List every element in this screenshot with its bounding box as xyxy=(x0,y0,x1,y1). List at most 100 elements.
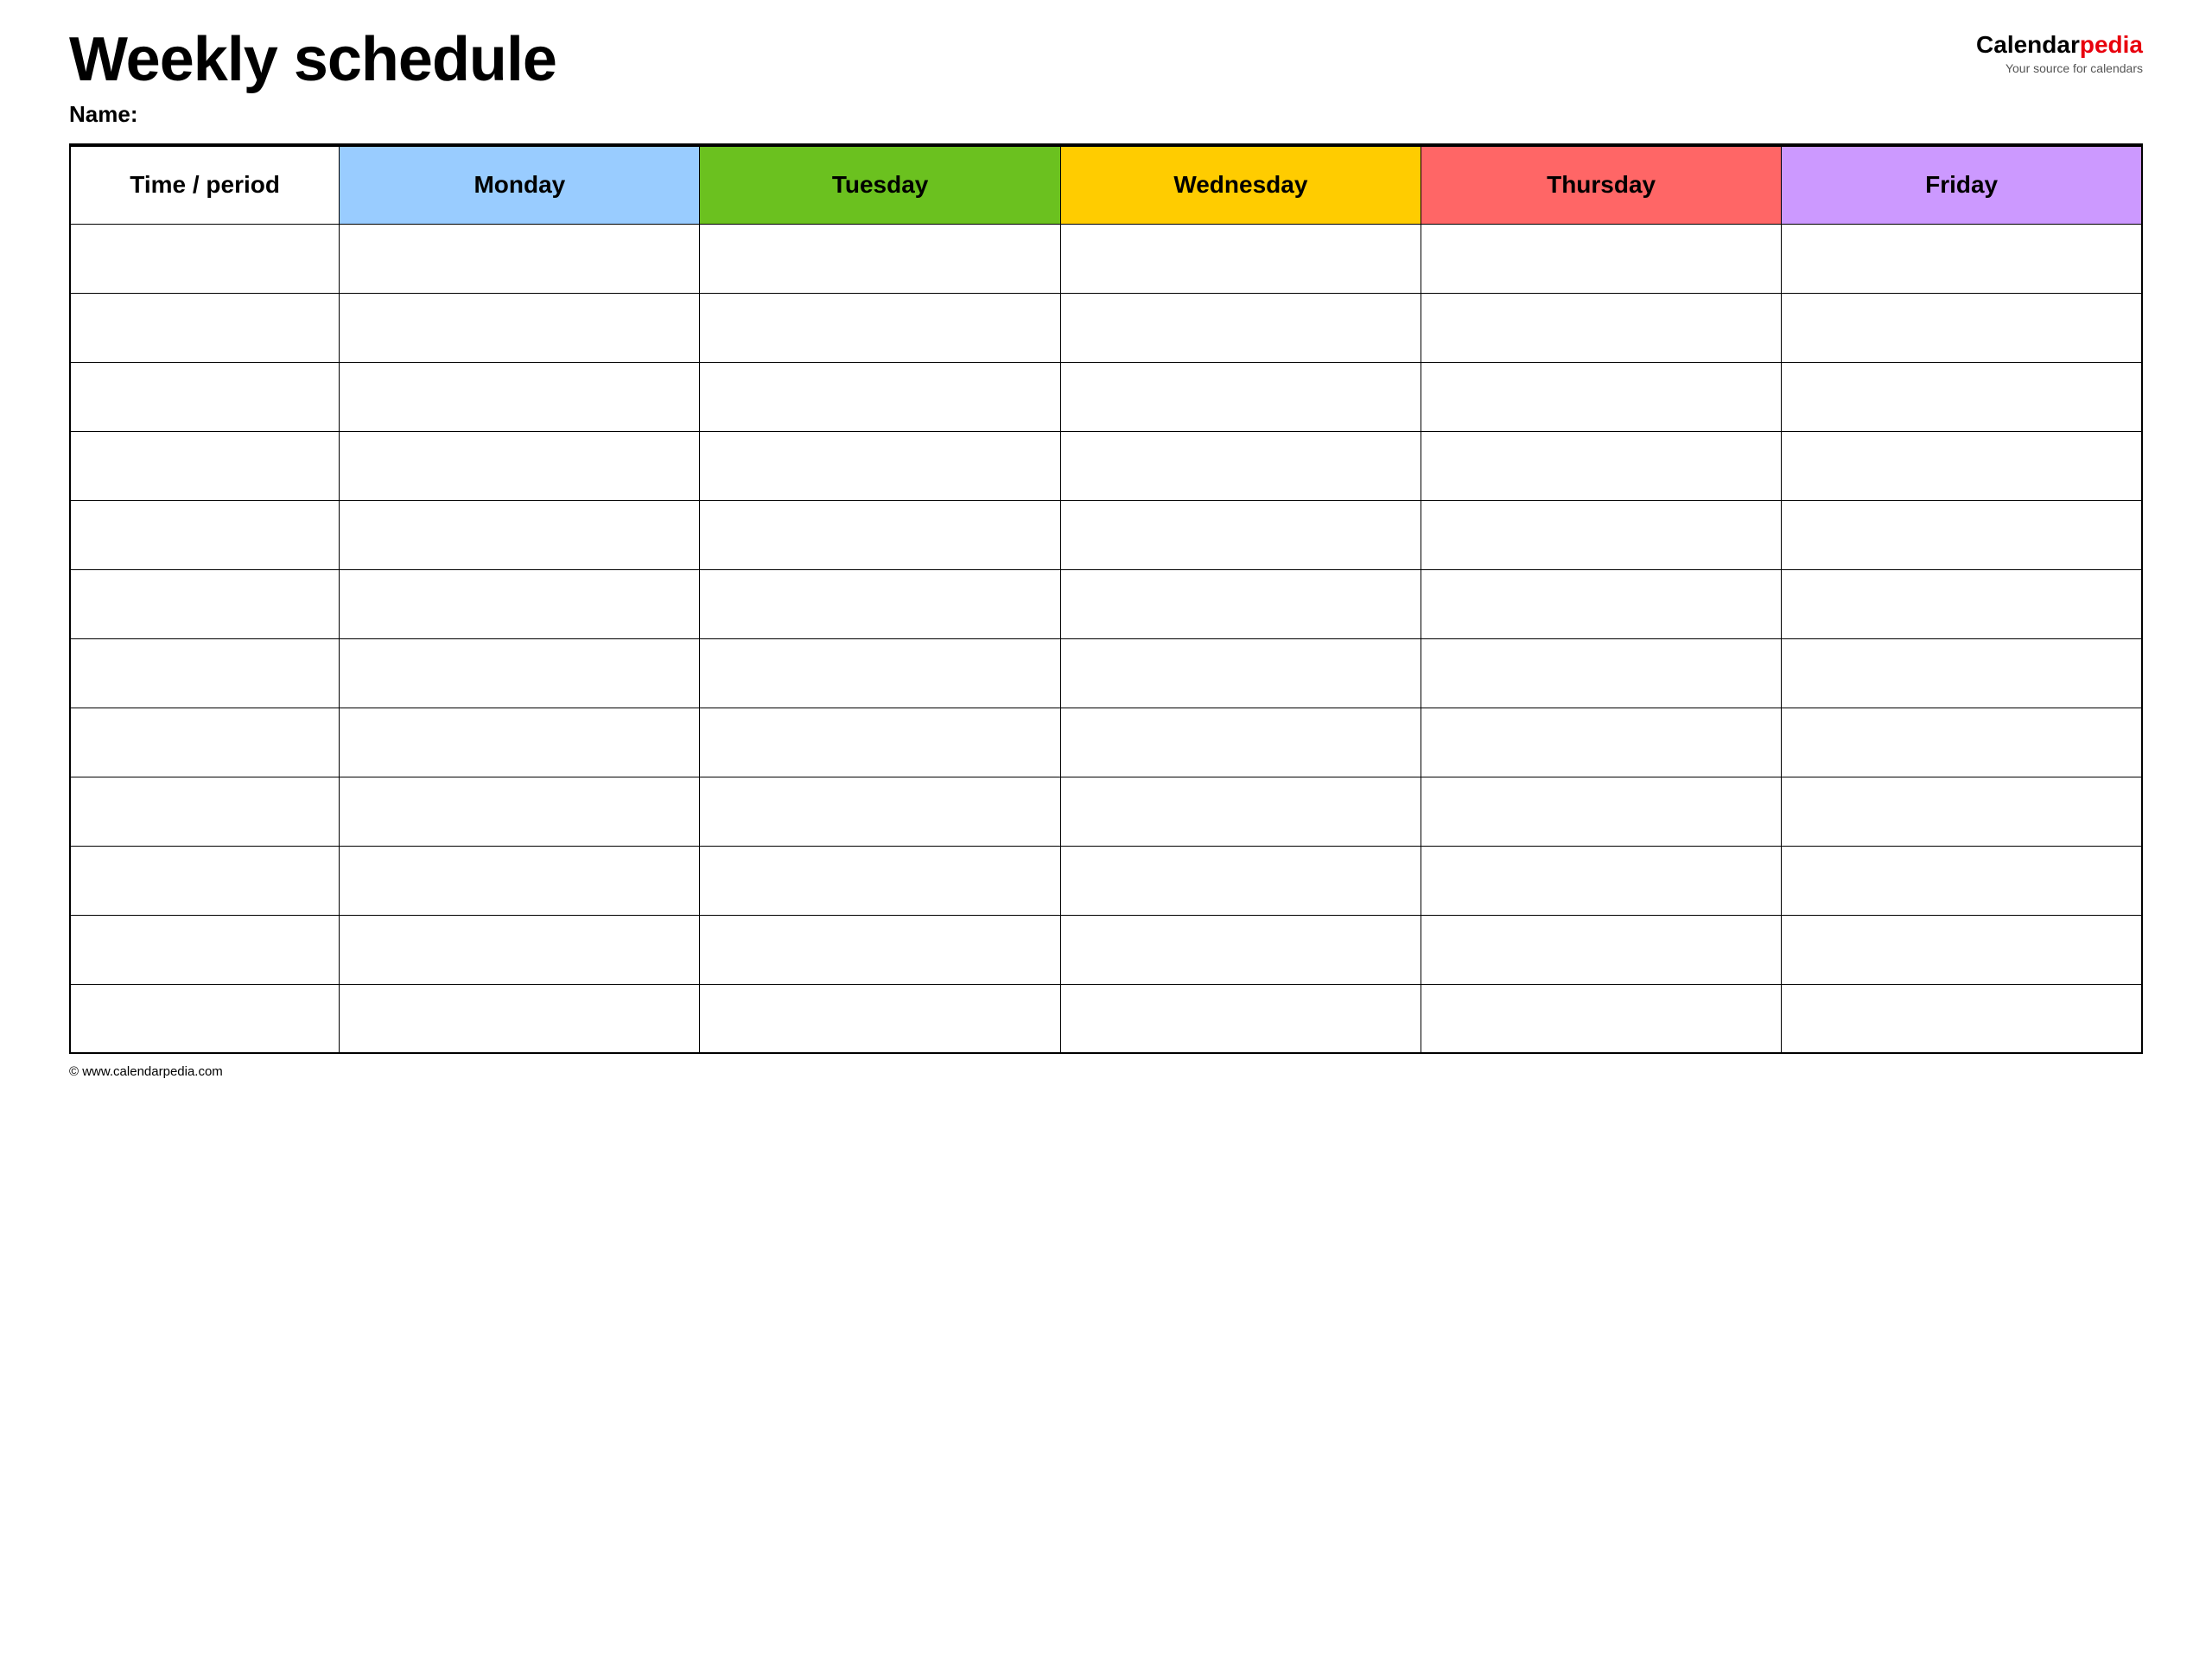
table-row xyxy=(70,569,2142,638)
schedule-cell[interactable] xyxy=(1421,984,1781,1053)
col-header-time: Time / period xyxy=(70,146,340,224)
footer-url: © www.calendarpedia.com xyxy=(69,1064,223,1079)
schedule-cell[interactable] xyxy=(340,362,700,431)
time-cell[interactable] xyxy=(70,293,340,362)
time-cell[interactable] xyxy=(70,500,340,569)
schedule-cell[interactable] xyxy=(700,500,1060,569)
schedule-cell[interactable] xyxy=(340,777,700,846)
footer-section: © www.calendarpedia.com xyxy=(69,1064,2143,1079)
time-cell[interactable] xyxy=(70,362,340,431)
col-header-tuesday: Tuesday xyxy=(700,146,1060,224)
schedule-cell[interactable] xyxy=(1060,224,1421,293)
time-cell[interactable] xyxy=(70,638,340,708)
schedule-cell[interactable] xyxy=(700,431,1060,500)
schedule-cell[interactable] xyxy=(1782,362,2142,431)
schedule-cell[interactable] xyxy=(1782,984,2142,1053)
schedule-cell[interactable] xyxy=(700,224,1060,293)
time-cell[interactable] xyxy=(70,431,340,500)
schedule-cell[interactable] xyxy=(340,708,700,777)
logo-tagline: Your source for calendars xyxy=(2005,61,2143,75)
table-row xyxy=(70,984,2142,1053)
time-cell[interactable] xyxy=(70,915,340,984)
schedule-cell[interactable] xyxy=(1782,224,2142,293)
schedule-cell[interactable] xyxy=(1060,293,1421,362)
schedule-cell[interactable] xyxy=(1421,638,1781,708)
schedule-cell[interactable] xyxy=(1782,915,2142,984)
logo-text: Calendarpedia xyxy=(1976,30,2143,60)
schedule-cell[interactable] xyxy=(1060,846,1421,915)
schedule-cell[interactable] xyxy=(1421,431,1781,500)
logo-calendar: Calendar xyxy=(1976,31,2080,58)
schedule-cell[interactable] xyxy=(1782,569,2142,638)
logo-pedia: pedia xyxy=(2080,31,2143,58)
col-header-wednesday: Wednesday xyxy=(1060,146,1421,224)
schedule-cell[interactable] xyxy=(340,984,700,1053)
time-cell[interactable] xyxy=(70,846,340,915)
schedule-cell[interactable] xyxy=(340,915,700,984)
schedule-cell[interactable] xyxy=(1421,846,1781,915)
table-row xyxy=(70,777,2142,846)
table-row xyxy=(70,500,2142,569)
schedule-cell[interactable] xyxy=(340,846,700,915)
schedule-cell[interactable] xyxy=(700,984,1060,1053)
schedule-cell[interactable] xyxy=(700,915,1060,984)
schedule-cell[interactable] xyxy=(700,846,1060,915)
schedule-cell[interactable] xyxy=(340,293,700,362)
col-header-thursday: Thursday xyxy=(1421,146,1781,224)
schedule-cell[interactable] xyxy=(1782,846,2142,915)
schedule-cell[interactable] xyxy=(1060,638,1421,708)
col-header-monday: Monday xyxy=(340,146,700,224)
table-row xyxy=(70,638,2142,708)
table-row xyxy=(70,708,2142,777)
time-cell[interactable] xyxy=(70,777,340,846)
schedule-cell[interactable] xyxy=(1782,777,2142,846)
schedule-cell[interactable] xyxy=(700,638,1060,708)
schedule-cell[interactable] xyxy=(1060,915,1421,984)
schedule-cell[interactable] xyxy=(1060,362,1421,431)
time-cell[interactable] xyxy=(70,708,340,777)
time-cell[interactable] xyxy=(70,984,340,1053)
schedule-cell[interactable] xyxy=(1782,431,2142,500)
schedule-cell[interactable] xyxy=(1060,431,1421,500)
schedule-cell[interactable] xyxy=(1421,293,1781,362)
schedule-table: Time / period Monday Tuesday Wednesday T… xyxy=(69,145,2143,1054)
schedule-cell[interactable] xyxy=(340,224,700,293)
schedule-cell[interactable] xyxy=(1060,500,1421,569)
table-header-row: Time / period Monday Tuesday Wednesday T… xyxy=(70,146,2142,224)
table-row xyxy=(70,224,2142,293)
header-section: Weekly schedule Name: Calendarpedia Your… xyxy=(69,26,2143,128)
schedule-cell[interactable] xyxy=(1421,224,1781,293)
schedule-cell[interactable] xyxy=(1782,293,2142,362)
schedule-cell[interactable] xyxy=(340,431,700,500)
schedule-cell[interactable] xyxy=(1421,362,1781,431)
schedule-cell[interactable] xyxy=(1060,777,1421,846)
name-label: Name: xyxy=(69,101,1976,128)
schedule-cell[interactable] xyxy=(1782,638,2142,708)
schedule-cell[interactable] xyxy=(340,569,700,638)
col-header-friday: Friday xyxy=(1782,146,2142,224)
schedule-cell[interactable] xyxy=(1060,708,1421,777)
logo-area: Calendarpedia Your source for calendars xyxy=(1976,26,2143,75)
schedule-cell[interactable] xyxy=(340,638,700,708)
time-cell[interactable] xyxy=(70,224,340,293)
page-title: Weekly schedule xyxy=(69,26,1976,94)
schedule-cell[interactable] xyxy=(1060,984,1421,1053)
table-row xyxy=(70,915,2142,984)
schedule-cell[interactable] xyxy=(700,569,1060,638)
time-cell[interactable] xyxy=(70,569,340,638)
schedule-cell[interactable] xyxy=(700,777,1060,846)
schedule-cell[interactable] xyxy=(1782,500,2142,569)
schedule-cell[interactable] xyxy=(1421,500,1781,569)
table-row xyxy=(70,431,2142,500)
schedule-cell[interactable] xyxy=(1421,777,1781,846)
schedule-cell[interactable] xyxy=(1421,708,1781,777)
schedule-cell[interactable] xyxy=(700,708,1060,777)
schedule-cell[interactable] xyxy=(1421,915,1781,984)
schedule-cell[interactable] xyxy=(1060,569,1421,638)
schedule-cell[interactable] xyxy=(700,293,1060,362)
schedule-cell[interactable] xyxy=(700,362,1060,431)
schedule-cell[interactable] xyxy=(1782,708,2142,777)
schedule-cell[interactable] xyxy=(1421,569,1781,638)
title-area: Weekly schedule Name: xyxy=(69,26,1976,128)
schedule-cell[interactable] xyxy=(340,500,700,569)
